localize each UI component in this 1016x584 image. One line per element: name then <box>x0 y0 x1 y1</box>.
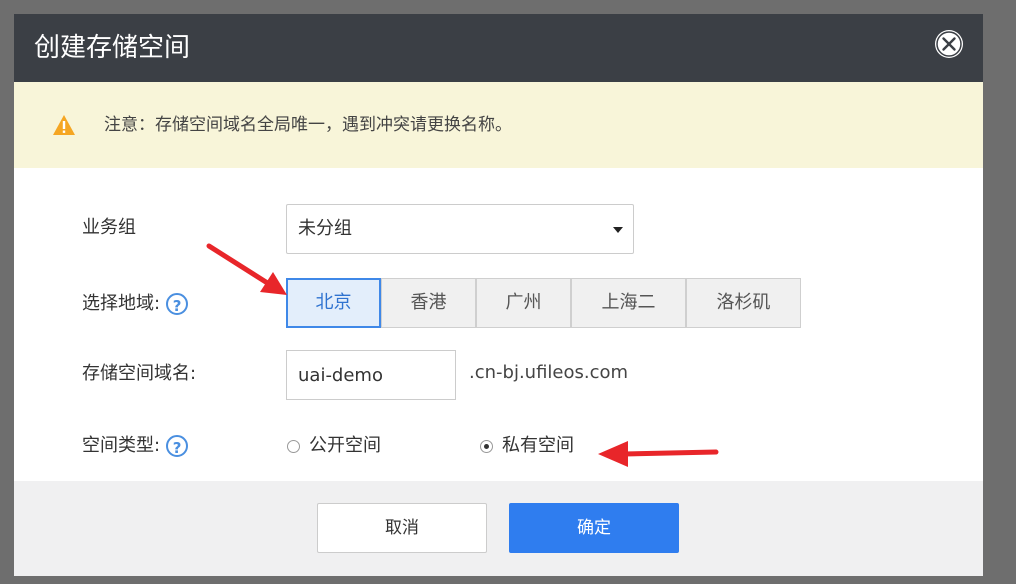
business-group-select[interactable]: 未分组 <box>286 204 634 254</box>
region-label: 选择地域: <box>82 293 161 314</box>
space-type-public-label: 公开空间 <box>309 435 381 456</box>
space-type-private-label: 私有空间 <box>502 435 574 456</box>
notice-banner: 注意：存储空间域名全局唯一，遇到冲突请更换名称。 <box>14 82 983 168</box>
annotation-arrow-icon <box>206 243 287 295</box>
close-button[interactable] <box>935 30 963 58</box>
cancel-button[interactable]: 取消 <box>317 503 487 553</box>
domain-suffix: .cn-bj.ufileos.com <box>469 362 629 383</box>
help-icon[interactable]: ? <box>166 435 189 457</box>
close-icon <box>936 31 962 57</box>
region-option-guangzhou[interactable]: 广州 <box>476 278 571 328</box>
annotation-arrow-icon <box>598 441 719 467</box>
space-type-label: 空间类型: <box>82 435 161 456</box>
confirm-button[interactable]: 确定 <box>509 503 679 553</box>
region-label-row: 选择地域:? <box>82 291 189 317</box>
radio-unchecked-icon <box>287 440 300 453</box>
business-group-label: 业务组 <box>82 217 136 238</box>
help-icon[interactable]: ? <box>166 293 189 315</box>
region-option-losangeles[interactable]: 洛杉矶 <box>686 278 801 328</box>
warning-icon <box>53 115 75 135</box>
region-option-beijing[interactable]: 北京 <box>286 278 381 328</box>
region-option-shanghai2[interactable]: 上海二 <box>571 278 686 328</box>
create-bucket-dialog: 创建存储空间 注意：存储空间域名全局唯一，遇到冲突请更换名称。 业务组 未分组 … <box>14 14 983 576</box>
region-option-hongkong[interactable]: 香港 <box>381 278 476 328</box>
radio-checked-icon <box>480 440 493 453</box>
domain-input[interactable] <box>286 350 456 400</box>
dialog-footer: 取消 确定 <box>14 481 983 576</box>
dialog-header: 创建存储空间 <box>14 14 983 82</box>
dialog-title: 创建存储空间 <box>34 33 191 63</box>
caret-down-icon <box>613 227 623 233</box>
space-type-label-row: 空间类型:? <box>82 433 189 459</box>
domain-label: 存储空间域名: <box>82 363 197 384</box>
business-group-value: 未分组 <box>298 218 352 239</box>
notice-text: 注意：存储空间域名全局唯一，遇到冲突请更换名称。 <box>104 115 512 135</box>
